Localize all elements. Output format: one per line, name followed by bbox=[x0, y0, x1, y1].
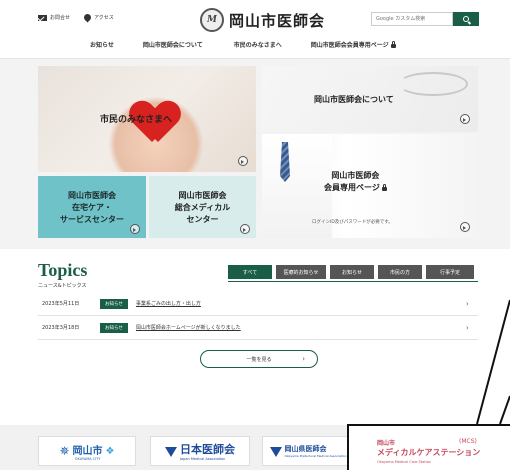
callout-pointer-lines bbox=[476, 299, 510, 425]
